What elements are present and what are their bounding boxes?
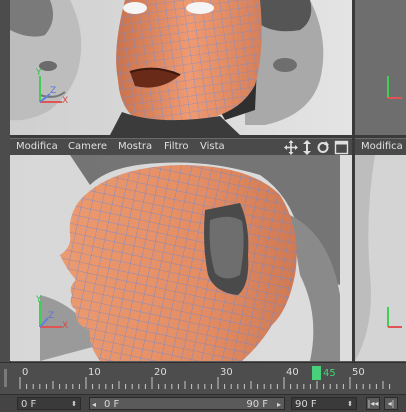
- range-right-arrow-icon[interactable]: ▸: [277, 398, 281, 411]
- range-end-value: 90 F: [246, 399, 268, 410]
- viewport-top-right[interactable]: [355, 0, 406, 135]
- menu-camere[interactable]: Camere: [68, 141, 107, 152]
- viewport-bottom-right-render: [355, 155, 406, 361]
- range-slider[interactable]: ◂ 0 F 90 F ▸: [89, 397, 285, 410]
- previous-frame-button[interactable]: ◂|: [384, 397, 398, 410]
- timeline-tick-label: 40: [286, 367, 299, 378]
- maximize-icon[interactable]: [334, 140, 349, 155]
- start-frame-value: 0 F: [21, 399, 37, 410]
- menu-modifica-right[interactable]: Modifica: [361, 141, 403, 152]
- range-left-arrow-icon[interactable]: ◂: [92, 398, 96, 411]
- axis-label-z-bottom: Z: [48, 311, 55, 321]
- timeline[interactable]: 0 10 20 30 40 50 45: [0, 362, 406, 395]
- first-frame-icon: |◂◂: [367, 399, 379, 408]
- spinner-icon[interactable]: ⬍: [347, 398, 353, 411]
- current-frame-label: 45: [323, 368, 336, 379]
- timeline-tick-label: 50: [352, 367, 365, 378]
- start-frame-field[interactable]: 0 F ⬍: [17, 397, 81, 410]
- timeline-tick-label: 30: [220, 367, 233, 378]
- previous-frame-icon: ◂|: [387, 399, 395, 408]
- menu-vista[interactable]: Vista: [200, 141, 225, 152]
- viewport-render: [10, 0, 352, 135]
- viewport-perspective-bottom[interactable]: Y X Z: [10, 155, 352, 361]
- viewport-top-right-render: [355, 0, 406, 135]
- menu-mostra[interactable]: Mostra: [118, 141, 152, 152]
- end-frame-value: 90 F: [295, 399, 317, 410]
- menu-filtro[interactable]: Filtro: [164, 141, 189, 152]
- arrows-updown-icon[interactable]: [303, 140, 311, 155]
- viewport-perspective-top[interactable]: Y X Z: [10, 0, 352, 135]
- end-frame-field[interactable]: 90 F ⬍: [291, 397, 357, 410]
- axis-label-x-bottom: X: [62, 321, 69, 331]
- axis-label-x: X: [62, 96, 69, 106]
- axis-label-y-bottom: Y: [36, 295, 42, 305]
- move-icon[interactable]: [284, 140, 298, 155]
- timeline-ruler[interactable]: 0 10 20 30 40 50 45: [0, 363, 406, 395]
- current-frame-marker: [312, 366, 321, 380]
- menu-modifica[interactable]: Modifica: [16, 141, 58, 152]
- transport-bar: 0 F ⬍ ◂ 0 F 90 F ▸ 90 F ⬍ |◂◂ ◂|: [0, 394, 406, 412]
- timeline-tick-label: 10: [88, 367, 101, 378]
- first-frame-button[interactable]: |◂◂: [366, 397, 380, 410]
- axis-label-z: Z: [50, 86, 57, 96]
- timeline-grip-icon: [4, 369, 7, 387]
- range-start-value: 0 F: [104, 399, 120, 410]
- timeline-tick-label: 20: [154, 367, 167, 378]
- axis-label-y: Y: [36, 68, 42, 78]
- spinner-icon[interactable]: ⬍: [71, 398, 77, 411]
- timeline-tick-label: 0: [22, 367, 28, 378]
- viewport-divider-horizontal[interactable]: [10, 135, 406, 138]
- viewport-divider-vertical[interactable]: [352, 0, 355, 362]
- rotate-icon[interactable]: [317, 141, 330, 153]
- viewport-bottom-right[interactable]: [355, 155, 406, 361]
